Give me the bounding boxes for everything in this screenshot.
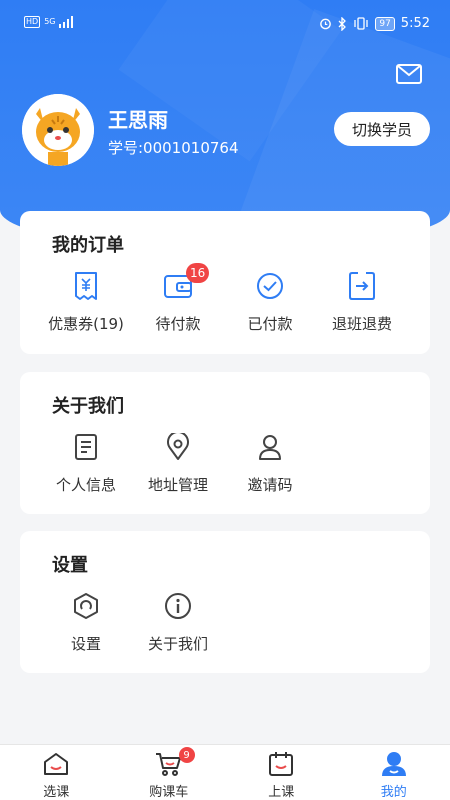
cart-count-badge: 9: [178, 747, 195, 763]
tab-label: 选课: [43, 785, 70, 800]
switch-student-button[interactable]: 切换学员: [334, 112, 430, 146]
refund-icon: [347, 271, 377, 301]
home-icon: [42, 751, 70, 777]
signal-icon: [59, 16, 74, 28]
about-item-label: 邀请码: [247, 476, 293, 494]
settings-title: 设置: [52, 555, 88, 576]
tab-course-select[interactable]: 选课: [0, 745, 113, 800]
order-item-pending-payment[interactable]: 16 待付款: [132, 263, 224, 334]
about-item-address[interactable]: 地址管理: [132, 432, 224, 495]
student-id: 学号:0001010764: [108, 139, 239, 157]
location-icon: [163, 432, 193, 462]
about-item-personal-info[interactable]: 个人信息: [40, 432, 132, 495]
orders-card: 我的订单 优惠券(19) 16 待付款 已付款 退班退费: [20, 211, 430, 354]
alarm-icon: [320, 18, 332, 30]
tab-label: 购课车: [149, 785, 189, 800]
user-name: 王思雨: [108, 108, 168, 132]
tab-label: 上课: [268, 785, 295, 800]
order-item-refund[interactable]: 退班退费: [316, 271, 408, 334]
order-item-paid[interactable]: 已付款: [224, 271, 316, 334]
orders-title: 我的订单: [52, 235, 124, 256]
settings-card: 设置 设置 关于我们: [20, 531, 430, 673]
bluetooth-icon: [338, 16, 347, 31]
settings-item-settings[interactable]: 设置: [40, 591, 132, 654]
battery-indicator: 97: [375, 16, 395, 31]
settings-item-label: 关于我们: [147, 635, 208, 653]
check-circle-icon: [255, 271, 285, 301]
order-item-coupon[interactable]: 优惠券(19): [40, 271, 132, 334]
order-item-label: 待付款: [155, 315, 201, 333]
about-item-label: 地址管理: [147, 476, 208, 494]
about-item-label: 个人信息: [55, 476, 116, 494]
coupon-icon: [71, 271, 101, 301]
profile-icon: [380, 751, 408, 777]
calendar-icon: [267, 751, 295, 777]
status-bar: HD 5G 97 5:52: [0, 0, 450, 50]
tab-cart[interactable]: 9 购课车: [113, 745, 226, 800]
settings-item-about-us[interactable]: 关于我们: [132, 591, 224, 654]
mail-icon[interactable]: [396, 64, 422, 84]
hexagon-settings-icon: [71, 591, 101, 621]
about-item-invite-code[interactable]: 邀请码: [224, 432, 316, 495]
document-icon: [71, 432, 101, 462]
tab-class[interactable]: 上课: [225, 745, 338, 800]
bottom-tab-bar: 选课 9 购课车 上课 我的: [0, 744, 450, 800]
clock: 5:52: [400, 16, 430, 31]
pending-count-badge: 16: [186, 263, 210, 283]
about-card: 关于我们 个人信息 地址管理 邀请码: [20, 372, 430, 514]
order-item-label: 已付款: [247, 315, 293, 333]
tab-mine[interactable]: 我的: [338, 745, 450, 800]
hd-badge: HD: [24, 16, 41, 28]
person-icon: [255, 432, 285, 462]
tiger-mascot-icon: [22, 94, 94, 166]
info-icon: [163, 591, 193, 621]
avatar[interactable]: [22, 94, 94, 166]
tab-label: 我的: [380, 785, 407, 800]
about-title: 关于我们: [52, 396, 124, 417]
network-label: 5G: [44, 17, 56, 26]
vibrate-icon: [354, 17, 368, 30]
order-item-label: 退班退费: [331, 315, 392, 333]
order-item-label: 优惠券(19): [48, 315, 124, 333]
settings-item-label: 设置: [70, 635, 101, 653]
